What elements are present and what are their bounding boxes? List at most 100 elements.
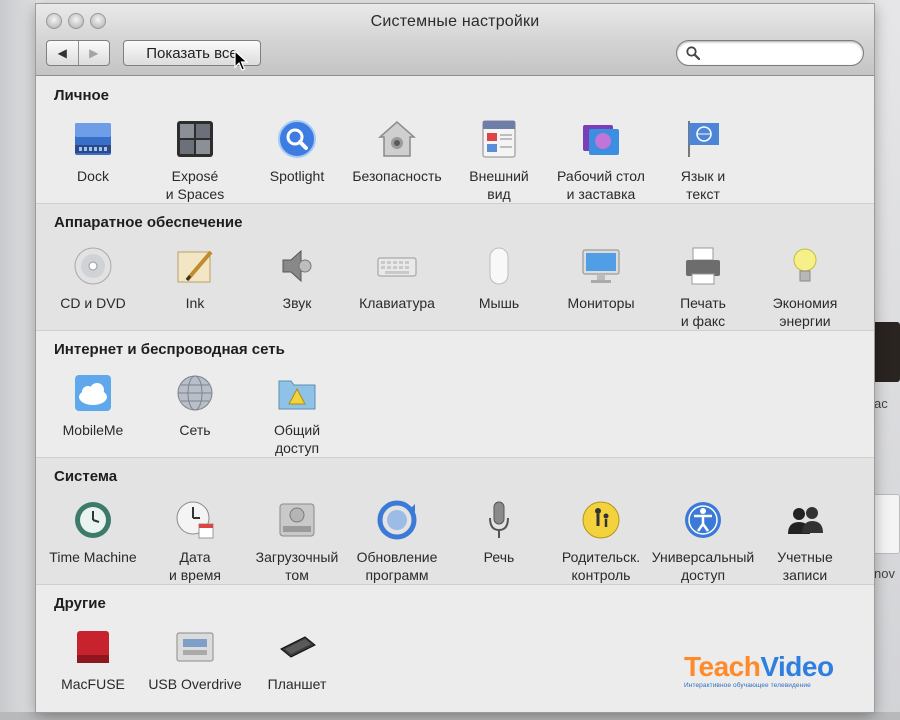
pref-pane-label: CD и DVD xyxy=(60,295,126,311)
pref-pane-label: MobileMe xyxy=(62,422,124,438)
desktop-file-label: ac xyxy=(874,396,888,411)
pref-pane-label: Родительск. контроль xyxy=(561,549,641,583)
watermark-brand-part2: Video xyxy=(760,651,834,682)
time-machine-icon xyxy=(73,500,113,540)
desktop-screensaver-icon xyxy=(581,119,621,159)
section-title: Аппаратное обеспечение xyxy=(54,214,243,231)
accounts-icon xyxy=(785,500,825,540)
network-globe-icon xyxy=(175,373,215,413)
pref-pane-tablet[interactable]: Планшет xyxy=(245,627,349,693)
pref-pane-date-time[interactable]: Дата и время xyxy=(143,500,247,584)
section-internet-wireless: Интернет и беспроводная сеть MobileMe Се… xyxy=(36,331,874,458)
pref-pane-desktop-screensaver[interactable]: Рабочий стол и заставка xyxy=(549,119,653,203)
pref-pane-label: Звук xyxy=(282,295,312,311)
pref-pane-language-text[interactable]: Язык и текст xyxy=(651,119,755,203)
language-flag-icon xyxy=(683,119,723,159)
pref-pane-label: USB Overdrive xyxy=(148,676,242,692)
section-title: Другие xyxy=(54,595,106,612)
pref-pane-accounts[interactable]: Учетные записи xyxy=(753,500,857,584)
back-forward-group: ◀ ▶ xyxy=(46,40,110,66)
cd-dvd-icon xyxy=(73,246,113,286)
pref-pane-label: Мышь xyxy=(478,295,520,311)
section-other: Другие MacFUSE USB Overdrive Планшет Tea… xyxy=(36,585,874,712)
forward-button[interactable]: ▶ xyxy=(77,41,110,65)
pref-pane-cd-dvd[interactable]: CD и DVD xyxy=(41,246,145,312)
accessibility-icon xyxy=(683,500,723,540)
clock-calendar-icon xyxy=(175,500,215,540)
tablet-icon xyxy=(277,627,317,667)
pref-pane-label: Мониторы xyxy=(567,295,635,311)
startup-disk-icon xyxy=(277,500,317,540)
pref-pane-label: Учетные записи xyxy=(777,549,833,583)
mouse-icon xyxy=(479,246,519,286)
pref-pane-parental-controls[interactable]: Родительск. контроль xyxy=(549,500,653,584)
desktop-file-icon[interactable] xyxy=(872,494,900,554)
search-input[interactable] xyxy=(705,44,855,62)
pref-pane-mobileme[interactable]: MobileMe xyxy=(41,373,145,439)
expose-spaces-icon xyxy=(175,119,215,159)
system-preferences-window: Системные настройки ◀ ▶ Показать все Лич… xyxy=(36,4,874,712)
pref-pane-label: Сеть xyxy=(179,422,211,438)
usb-overdrive-icon xyxy=(175,627,215,667)
pref-pane-software-update[interactable]: Обновление программ xyxy=(345,500,449,584)
microphone-icon xyxy=(479,500,519,540)
pref-pane-sound[interactable]: Звук xyxy=(245,246,349,312)
pref-pane-label: Печать и факс xyxy=(680,295,726,329)
section-personal: Личное Dock Exposé и Spaces Spotlight Бе… xyxy=(36,77,874,204)
pref-pane-print-fax[interactable]: Печать и факс xyxy=(651,246,755,330)
sharing-folder-icon xyxy=(277,373,317,413)
pref-pane-label: Dock xyxy=(77,168,109,184)
section-title: Интернет и беспроводная сеть xyxy=(54,341,285,358)
pref-pane-ink[interactable]: Ink xyxy=(143,246,247,312)
pref-pane-universal-access[interactable]: Универсальный доступ xyxy=(651,500,755,584)
mobileme-cloud-icon xyxy=(73,373,113,413)
pref-pane-label: Обновление программ xyxy=(356,549,438,583)
pref-pane-security[interactable]: Безопасность xyxy=(345,119,449,185)
pref-pane-label: Spotlight xyxy=(269,168,325,184)
pref-pane-dock[interactable]: Dock xyxy=(41,119,145,185)
pref-pane-label: Общий доступ xyxy=(273,422,321,456)
software-update-icon xyxy=(377,500,417,540)
pref-pane-usb-overdrive[interactable]: USB Overdrive xyxy=(143,627,247,693)
pref-pane-mouse[interactable]: Мышь xyxy=(447,246,551,312)
window-toolbar: Системные настройки ◀ ▶ Показать все xyxy=(36,4,874,76)
appearance-icon xyxy=(479,119,519,159)
pref-pane-spotlight[interactable]: Spotlight xyxy=(245,119,349,185)
search-field[interactable] xyxy=(676,40,864,66)
parental-controls-icon xyxy=(581,500,621,540)
keyboard-icon xyxy=(377,246,417,286)
spotlight-icon xyxy=(277,119,317,159)
pref-pane-network[interactable]: Сеть xyxy=(143,373,247,439)
watermark-brand: TeachVideo xyxy=(684,652,864,682)
desktop-file-label: nov xyxy=(874,566,895,581)
desktop-bottom-band xyxy=(0,712,900,720)
desktop-left-strip xyxy=(0,0,36,720)
desktop-file-icon[interactable] xyxy=(872,322,900,382)
pref-pane-keyboard[interactable]: Клавиатура xyxy=(345,246,449,312)
pref-pane-label: Time Machine xyxy=(49,549,137,565)
pref-pane-time-machine[interactable]: Time Machine xyxy=(41,500,145,566)
lightbulb-icon xyxy=(785,246,825,286)
watermark-brand-part1: Teach xyxy=(684,651,761,682)
pref-pane-label: Клавиатура xyxy=(359,295,435,311)
ink-pen-icon xyxy=(175,246,215,286)
pref-pane-expose-spaces[interactable]: Exposé и Spaces xyxy=(143,119,247,203)
pref-pane-speech[interactable]: Речь xyxy=(447,500,551,566)
pref-pane-label: Экономия энергии xyxy=(772,295,838,329)
section-title: Личное xyxy=(54,87,110,104)
pref-pane-displays[interactable]: Мониторы xyxy=(549,246,653,312)
pref-pane-energy-saver[interactable]: Экономия энергии xyxy=(753,246,857,330)
pref-pane-sharing[interactable]: Общий доступ xyxy=(245,373,349,457)
pref-pane-startup-disk[interactable]: Загрузочный том xyxy=(245,500,349,584)
pref-pane-label: MacFUSE xyxy=(61,676,125,692)
pref-pane-appearance[interactable]: Внешний вид xyxy=(447,119,551,203)
pref-pane-label: Безопасность xyxy=(352,168,442,184)
pref-pane-label: Речь xyxy=(483,549,515,565)
watermark-tagline: Интерактивное обучающее телевидение xyxy=(684,682,811,689)
pref-pane-label: Язык и текст xyxy=(680,168,726,202)
dock-icon xyxy=(73,119,113,159)
monitor-icon xyxy=(581,246,621,286)
pref-pane-macfuse[interactable]: MacFUSE xyxy=(41,627,145,693)
back-button[interactable]: ◀ xyxy=(47,41,78,65)
printer-icon xyxy=(683,246,723,286)
